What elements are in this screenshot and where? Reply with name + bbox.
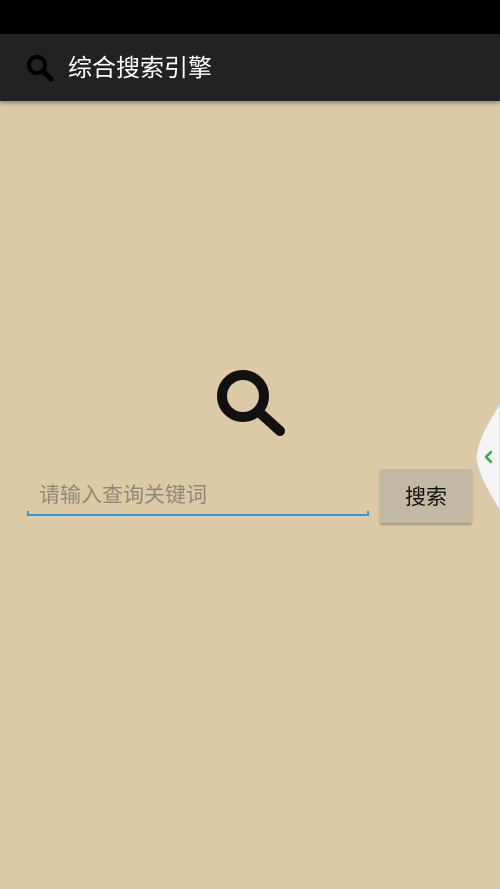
app-bar: 综合搜索引擎 [0,34,500,101]
status-bar [0,0,500,34]
page-title: 综合搜索引擎 [68,54,212,82]
search-icon [217,370,285,436]
search-button[interactable]: 搜索 [380,469,472,523]
side-drawer-handle[interactable] [474,403,500,511]
main-content: 搜索 [0,101,500,889]
search-icon[interactable] [24,52,56,84]
search-input-underline [27,511,369,516]
search-input[interactable] [27,475,369,515]
